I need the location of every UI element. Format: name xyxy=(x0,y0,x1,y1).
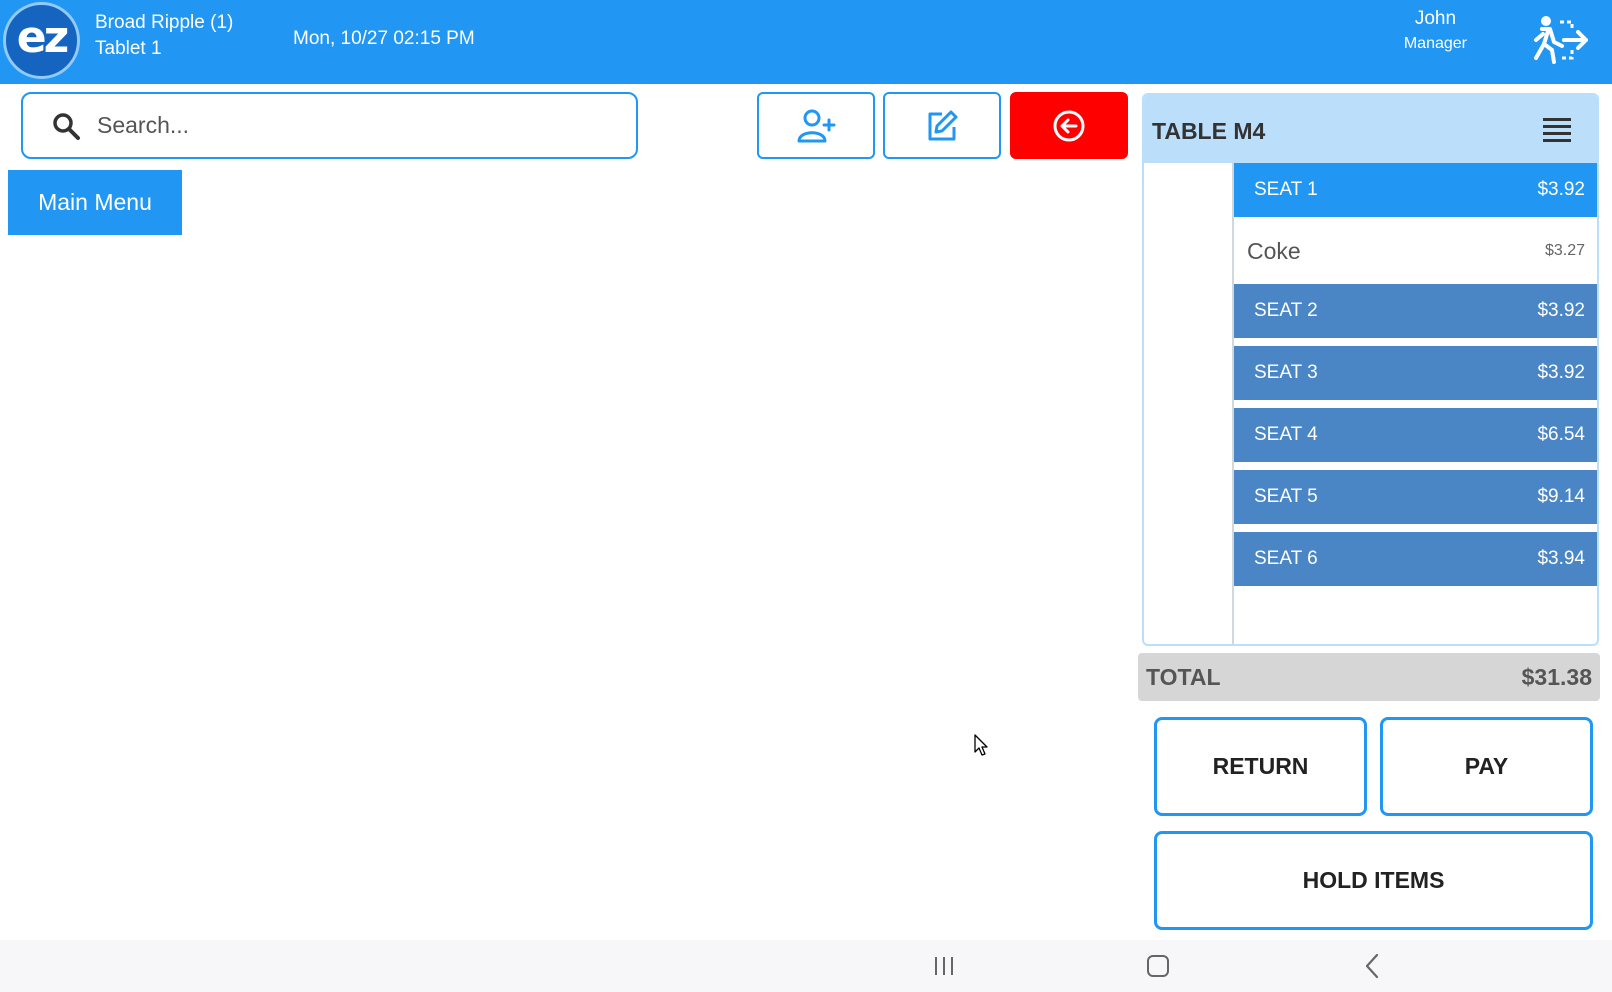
order-panel-header: TABLE M4 xyxy=(1144,95,1597,163)
item-name: Coke xyxy=(1247,237,1301,264)
seat-row-5[interactable]: SEAT 5 $9.14 xyxy=(1234,470,1597,524)
item-price: $3.27 xyxy=(1544,242,1585,259)
seat-label: SEAT 3 xyxy=(1254,362,1318,383)
edit-icon xyxy=(928,110,958,140)
seat-label: SEAT 2 xyxy=(1254,300,1318,321)
seat-row-2[interactable]: SEAT 2 $3.92 xyxy=(1234,284,1597,338)
seat-row-1[interactable]: SEAT 1 $3.92 xyxy=(1234,163,1597,217)
user-role: Manager xyxy=(1403,35,1467,52)
seat-label: SEAT 5 xyxy=(1254,486,1318,507)
circle-arrow-left-icon xyxy=(1053,110,1085,141)
device-name: Tablet 1 xyxy=(95,38,162,59)
main-menu-button[interactable]: Main Menu xyxy=(8,170,182,235)
search-icon xyxy=(53,112,80,140)
logo-text: ez xyxy=(16,12,69,63)
search-input[interactable] xyxy=(97,112,597,139)
seat-amount: $3.92 xyxy=(1537,300,1585,321)
add-user-icon xyxy=(797,109,836,142)
back-nav-icon[interactable] xyxy=(1358,952,1388,980)
mouse-cursor-icon xyxy=(974,734,988,756)
user-info: John Manager xyxy=(1404,6,1467,56)
hold-items-button[interactable]: HOLD ITEMS xyxy=(1154,831,1593,930)
seat-row-3[interactable]: SEAT 3 $3.92 xyxy=(1234,346,1597,400)
seat-row-4[interactable]: SEAT 4 $6.54 xyxy=(1234,408,1597,462)
system-nav-bar xyxy=(0,940,1612,992)
seat-amount: $9.14 xyxy=(1537,486,1585,507)
edit-button[interactable] xyxy=(883,92,1001,159)
total-value: $31.38 xyxy=(1521,663,1592,690)
store-name: Broad Ripple (1) xyxy=(95,12,234,33)
add-customer-button[interactable] xyxy=(757,92,875,159)
exit-icon xyxy=(1534,16,1588,64)
seat-label: SEAT 6 xyxy=(1254,548,1318,569)
search-box[interactable] xyxy=(21,92,638,159)
ez-logo: ez xyxy=(3,2,80,79)
seat-row-6[interactable]: SEAT 6 $3.94 xyxy=(1234,532,1597,586)
seat-label: SEAT 4 xyxy=(1254,424,1318,445)
seat-amount: $3.92 xyxy=(1537,362,1585,383)
seat-label: SEAT 1 xyxy=(1254,179,1318,200)
store-info: Broad Ripple (1) Tablet 1 xyxy=(95,10,233,62)
user-name: John xyxy=(1414,8,1457,29)
home-icon[interactable] xyxy=(1143,952,1173,980)
order-total: TOTAL $31.38 xyxy=(1138,653,1600,701)
hamburger-icon[interactable] xyxy=(1543,117,1571,143)
logout-button[interactable] xyxy=(1532,14,1588,66)
current-datetime: Mon, 10/27 02:15 PM xyxy=(293,28,475,49)
seat-amount: $3.92 xyxy=(1537,179,1585,200)
table-title: TABLE M4 xyxy=(1152,118,1266,144)
total-label: TOTAL xyxy=(1146,663,1221,690)
recent-apps-icon[interactable] xyxy=(929,952,959,980)
order-item-coke[interactable]: Coke $3.27 xyxy=(1234,218,1597,284)
seat-amount: $3.94 xyxy=(1537,548,1585,569)
order-panel: TABLE M4 SEAT 1 $3.92 Coke $3.27 SEAT 2 … xyxy=(1142,93,1599,646)
app-header: ez Broad Ripple (1) Tablet 1 Mon, 10/27 … xyxy=(0,0,1612,84)
back-button[interactable] xyxy=(1010,92,1128,159)
pay-button[interactable]: PAY xyxy=(1380,717,1593,816)
seat-amount: $6.54 xyxy=(1537,424,1585,445)
return-button[interactable]: RETURN xyxy=(1154,717,1367,816)
